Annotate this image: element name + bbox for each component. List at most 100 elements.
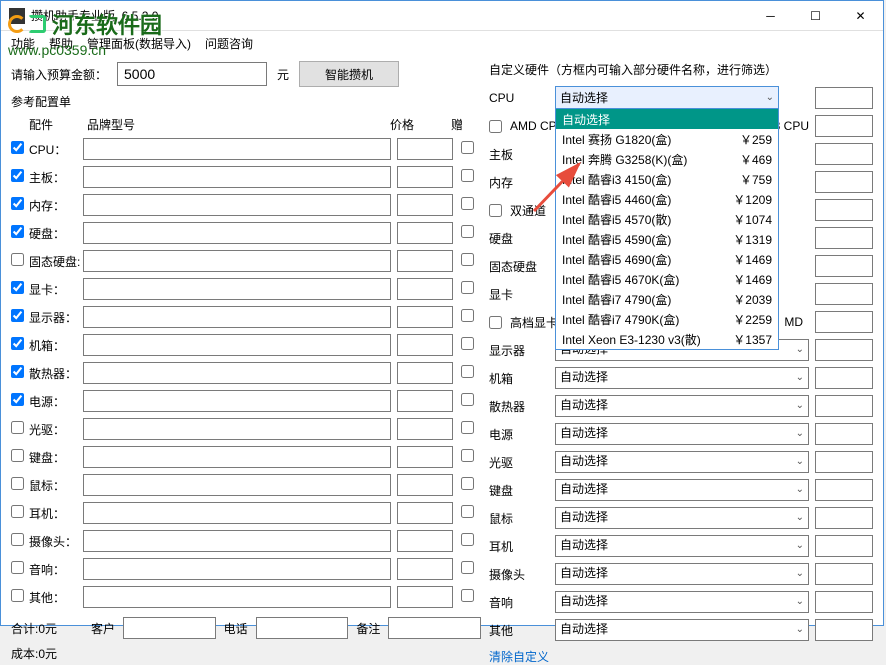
hw-select[interactable]: 自动选择⌄ xyxy=(555,367,809,389)
budget-input[interactable] xyxy=(117,62,267,86)
brand-model-input[interactable] xyxy=(83,306,391,328)
hw-select[interactable]: 自动选择⌄ xyxy=(555,507,809,529)
brand-model-input[interactable] xyxy=(83,502,391,524)
hw-filter-input[interactable] xyxy=(815,479,873,501)
hw-select[interactable]: 自动选择⌄ xyxy=(555,479,809,501)
price-input[interactable] xyxy=(397,334,453,356)
hw-select[interactable]: 自动选择⌄ xyxy=(555,563,809,585)
hw-filter-input[interactable] xyxy=(815,395,873,417)
menu-faq[interactable]: 问题咨询 xyxy=(205,35,253,52)
smart-build-button[interactable]: 智能攒机 xyxy=(299,61,399,87)
dropdown-option[interactable]: Intel 酷睿i7 4790K(盒)￥2259 xyxy=(556,309,778,329)
brand-model-input[interactable] xyxy=(83,362,391,384)
dropdown-option[interactable]: Intel 酷睿i5 4670K(盒)￥1469 xyxy=(556,269,778,289)
menu-function[interactable]: 功能 xyxy=(11,35,35,52)
price-input[interactable] xyxy=(397,278,453,300)
part-checkbox[interactable] xyxy=(11,393,24,406)
hw-select[interactable]: 自动选择⌄ xyxy=(555,619,809,641)
part-checkbox[interactable] xyxy=(11,197,24,210)
price-input[interactable] xyxy=(397,194,453,216)
price-input[interactable] xyxy=(397,222,453,244)
gift-checkbox[interactable] xyxy=(461,281,474,294)
hw-select[interactable]: 自动选择⌄ xyxy=(555,423,809,445)
brand-model-input[interactable] xyxy=(83,194,391,216)
brand-model-input[interactable] xyxy=(83,530,391,552)
clear-custom-link[interactable]: 清除自定义 xyxy=(489,648,549,665)
gift-checkbox[interactable] xyxy=(461,309,474,322)
dropdown-selected[interactable]: 自动选择 ⌄ xyxy=(556,87,778,109)
hw-select[interactable]: 自动选择⌄ xyxy=(555,395,809,417)
option-checkbox[interactable] xyxy=(489,204,502,217)
part-checkbox[interactable] xyxy=(11,589,24,602)
part-checkbox[interactable] xyxy=(11,337,24,350)
part-checkbox[interactable] xyxy=(11,421,24,434)
price-input[interactable] xyxy=(397,138,453,160)
price-input[interactable] xyxy=(397,306,453,328)
hw-select[interactable]: 自动选择⌄ xyxy=(555,451,809,473)
gift-checkbox[interactable] xyxy=(461,533,474,546)
dropdown-option[interactable]: Intel 酷睿i7 4790(盒)￥2039 xyxy=(556,289,778,309)
price-input[interactable] xyxy=(397,502,453,524)
hw-select[interactable]: 自动选择⌄ xyxy=(555,535,809,557)
dropdown-option[interactable]: Intel Xeon E3-1230 v3(散)￥1357 xyxy=(556,329,778,349)
hw-filter-input[interactable] xyxy=(815,283,873,305)
price-input[interactable] xyxy=(397,530,453,552)
gift-checkbox[interactable] xyxy=(461,253,474,266)
part-checkbox[interactable] xyxy=(11,365,24,378)
maximize-button[interactable]: ☐ xyxy=(793,1,838,31)
hw-filter-input[interactable] xyxy=(815,423,873,445)
gift-checkbox[interactable] xyxy=(461,589,474,602)
part-checkbox[interactable] xyxy=(11,281,24,294)
hw-filter-input[interactable] xyxy=(815,255,873,277)
brand-model-input[interactable] xyxy=(83,138,391,160)
minimize-button[interactable]: ─ xyxy=(748,1,793,31)
brand-model-input[interactable] xyxy=(83,222,391,244)
menu-help[interactable]: 帮助 xyxy=(49,35,73,52)
gift-checkbox[interactable] xyxy=(461,197,474,210)
part-checkbox[interactable] xyxy=(11,253,24,266)
gift-checkbox[interactable] xyxy=(461,393,474,406)
gift-checkbox[interactable] xyxy=(461,225,474,238)
close-button[interactable]: ✕ xyxy=(838,1,883,31)
gift-checkbox[interactable] xyxy=(461,449,474,462)
part-checkbox[interactable] xyxy=(11,533,24,546)
hw-filter-input[interactable] xyxy=(815,535,873,557)
hw-filter-input[interactable] xyxy=(815,507,873,529)
part-checkbox[interactable] xyxy=(11,141,24,154)
dropdown-option[interactable]: Intel 奔腾 G3258(K)(盒)￥469 xyxy=(556,149,778,169)
hw-filter-input[interactable] xyxy=(815,591,873,613)
gift-checkbox[interactable] xyxy=(461,477,474,490)
hw-filter-input[interactable] xyxy=(815,171,873,193)
hw-select[interactable]: 自动选择⌄ xyxy=(555,591,809,613)
price-input[interactable] xyxy=(397,558,453,580)
part-checkbox[interactable] xyxy=(11,225,24,238)
part-checkbox[interactable] xyxy=(11,169,24,182)
part-checkbox[interactable] xyxy=(11,309,24,322)
part-checkbox[interactable] xyxy=(11,449,24,462)
brand-model-input[interactable] xyxy=(83,166,391,188)
brand-model-input[interactable] xyxy=(83,390,391,412)
gift-checkbox[interactable] xyxy=(461,505,474,518)
brand-model-input[interactable] xyxy=(83,278,391,300)
dropdown-option[interactable]: Intel 酷睿i3 4150(盒)￥759 xyxy=(556,169,778,189)
hw-filter-input[interactable] xyxy=(815,563,873,585)
brand-model-input[interactable] xyxy=(83,558,391,580)
remark-input[interactable] xyxy=(388,617,481,639)
brand-model-input[interactable] xyxy=(83,418,391,440)
price-input[interactable] xyxy=(397,250,453,272)
gift-checkbox[interactable] xyxy=(461,365,474,378)
dropdown-option[interactable]: 自动选择 xyxy=(556,109,778,129)
dropdown-option[interactable]: Intel 酷睿i5 4590(盒)￥1319 xyxy=(556,229,778,249)
gift-checkbox[interactable] xyxy=(461,169,474,182)
hw-filter-input[interactable] xyxy=(815,339,873,361)
brand-model-input[interactable] xyxy=(83,474,391,496)
hw-filter-input[interactable] xyxy=(815,619,873,641)
dropdown-option[interactable]: Intel 酷睿i5 4690(盒)￥1469 xyxy=(556,249,778,269)
customer-input[interactable] xyxy=(123,617,216,639)
price-input[interactable] xyxy=(397,474,453,496)
hw-filter-input[interactable] xyxy=(815,311,873,333)
gift-checkbox[interactable] xyxy=(461,421,474,434)
option-checkbox[interactable] xyxy=(489,120,502,133)
brand-model-input[interactable] xyxy=(83,334,391,356)
hw-filter-input[interactable] xyxy=(815,87,873,109)
